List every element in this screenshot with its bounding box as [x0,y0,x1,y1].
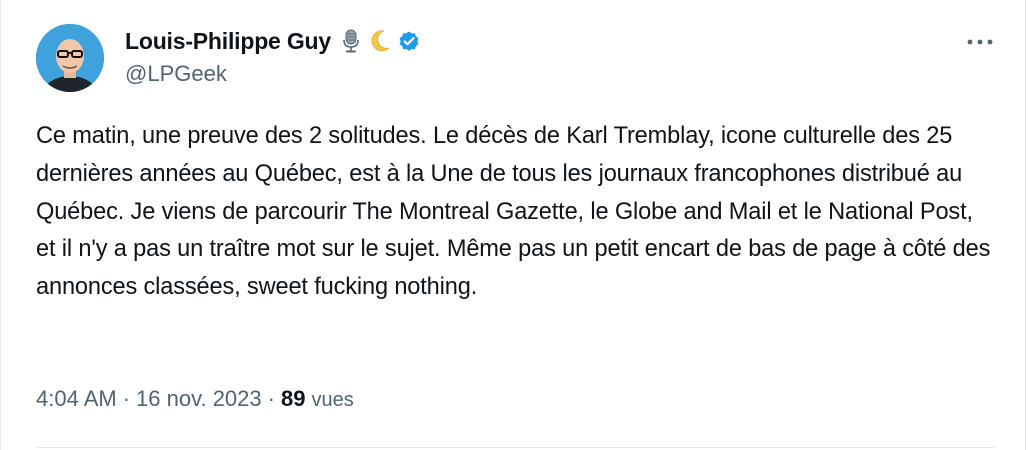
tweet-date[interactable]: 16 nov. 2023 [136,386,262,412]
views-count: 89 [280,386,306,411]
more-options-button[interactable] [965,30,995,54]
microphone-icon [339,28,363,54]
user-handle[interactable]: @LPGeek [125,61,421,87]
author-info: Louis-Philippe Guy @LPGeek [125,26,421,87]
meta-separator: · [122,386,131,411]
meta-separator: · [267,386,275,411]
name-row: Louis-Philippe Guy [125,26,421,56]
verified-badge-icon[interactable] [397,29,421,53]
crescent-moon-icon [368,28,392,54]
tweet-meta: 4:04 AM · 16 nov. 2023 · 89 vues [36,386,354,412]
tweet-text: Ce matin, une preuve des 2 solitudes. Le… [36,123,991,301]
tweet-card: Louis-Philippe Guy @LPGeek Ce matin, une… [0,0,1026,450]
views-label: vues [311,389,354,411]
divider [36,447,995,448]
avatar[interactable] [36,24,104,92]
display-name[interactable]: Louis-Philippe Guy [125,28,331,55]
more-dots-icon [967,39,993,45]
tweet-time[interactable]: 4:04 AM [36,386,117,412]
